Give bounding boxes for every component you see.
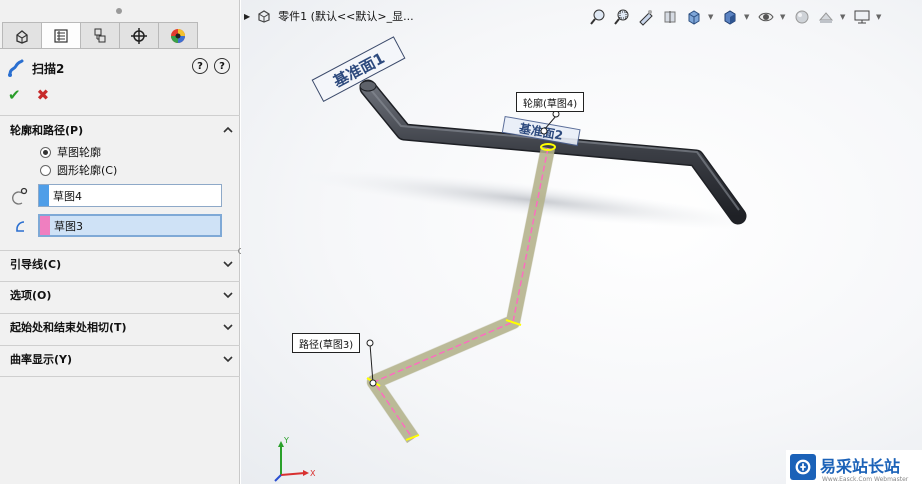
profile-selection-row: 草图4 [10, 184, 224, 208]
zoom-to-fit-button[interactable] [588, 7, 608, 27]
view-settings-dropdown-icon[interactable]: ▼ [876, 13, 884, 21]
group-title: 引导线(C) [10, 258, 62, 271]
hide-show-dropdown-icon[interactable]: ▼ [780, 13, 788, 21]
path-selection-box[interactable]: 草图3 [38, 214, 222, 237]
radio-circular-profile[interactable]: 圆形轮廓(C) [40, 162, 117, 178]
group-profile-and-path[interactable]: 轮廓和路径(P) [10, 121, 234, 139]
radio-label: 圆形轮廓(C) [57, 164, 118, 177]
tab-property-manager[interactable] [41, 22, 81, 48]
solidworks-window: 扫描2 ? ? ✔ ✖ 轮廓和路径(P) 草图轮廓 圆形轮廓(C) 草图4 草图… [0, 0, 922, 484]
radio-button[interactable] [40, 164, 51, 176]
panel-grip[interactable] [0, 4, 240, 20]
path-selection-icon [16, 221, 25, 232]
cancel-x-icon[interactable]: ✖ [37, 86, 50, 104]
section-view-icon [664, 11, 676, 23]
scene-icon [818, 12, 834, 23]
feature-header: 扫描2 ? ? [6, 58, 236, 78]
tab-feature-manager[interactable] [2, 22, 42, 48]
group-title: 选项(O) [10, 289, 52, 302]
profile-color-swatch [39, 185, 49, 206]
reference-triad[interactable]: Y X [274, 436, 316, 482]
zoom-to-fit-icon [590, 9, 605, 25]
monitor-icon [854, 10, 870, 24]
group-curvature-display[interactable]: 曲率显示(Y) [10, 350, 234, 368]
appearance-icon [795, 10, 809, 24]
chevron-down-icon[interactable] [222, 353, 234, 365]
group-title: 曲率显示(Y) [10, 353, 73, 366]
group-title: 起始处和结束处相切(T) [10, 321, 127, 334]
feature-title: 扫描2 [32, 61, 65, 76]
previous-view-icon [639, 10, 653, 26]
callout-anchor [540, 127, 548, 135]
eye-icon [758, 12, 774, 22]
configuration-manager-icon [94, 28, 106, 42]
ok-check-icon[interactable]: ✔ [8, 86, 21, 104]
zoom-to-area-button[interactable] [612, 7, 632, 27]
help-icon[interactable]: ? [214, 58, 230, 74]
watermark-subtext: Www.Easck.Com Webmaster [822, 476, 909, 483]
property-manager-panel: 扫描2 ? ? ✔ ✖ 轮廓和路径(P) 草图轮廓 圆形轮廓(C) 草图4 草图… [0, 0, 240, 484]
whats-wrong-icon[interactable]: ? [192, 58, 208, 74]
view-orientation-dropdown-icon[interactable]: ▼ [708, 13, 716, 21]
model-scene[interactable]: 基准面1 基准面2 Y [241, 0, 922, 484]
section-view-button[interactable] [660, 7, 680, 27]
chevron-up-icon[interactable] [222, 124, 234, 136]
callout-path-text: 路径(草图3) [299, 339, 354, 351]
chevron-down-icon[interactable] [222, 289, 234, 301]
radio-label: 草图轮廓 [57, 146, 101, 159]
group-title: 轮廓和路径(P) [10, 124, 84, 137]
featuremanager-flyout[interactable]: ▶ 零件1 (默认<<默认>_显... [244, 8, 414, 24]
heads-up-view-toolbar: ▼ ▼ ▼ ▼ ▼ [588, 6, 918, 28]
chevron-down-icon[interactable] [222, 258, 234, 270]
profile-value: 草图4 [53, 189, 82, 203]
callout-profile-text: 轮廓(草图4) [523, 98, 578, 110]
manager-tabs [2, 22, 198, 48]
watermark-text: 易采站长站 [820, 457, 901, 476]
callout-anchor [366, 339, 374, 347]
callout-path[interactable]: 路径(草图3) [292, 333, 361, 353]
group-guide-curves[interactable]: 引导线(C) [10, 255, 234, 273]
path-value: 草图3 [54, 219, 83, 233]
part-icon [258, 10, 270, 23]
tab-display-manager[interactable] [158, 22, 198, 48]
path-selection-row: 草图3 [10, 214, 224, 238]
tab-configuration-manager[interactable] [80, 22, 120, 48]
display-style-dropdown-icon[interactable]: ▼ [744, 13, 752, 21]
feature-manager-icon [16, 29, 28, 44]
sweep-icon [8, 59, 24, 77]
profile-selection-icon [12, 187, 28, 205]
display-style-button[interactable] [720, 7, 740, 27]
view-orientation-icon [688, 10, 700, 25]
callout-anchor [369, 379, 377, 387]
view-orientation-button[interactable] [684, 7, 704, 27]
axis-y-label: Y [283, 436, 289, 445]
group-options[interactable]: 选项(O) [10, 286, 234, 304]
zoom-to-area-icon [614, 9, 629, 25]
tab-dimxpert-manager[interactable] [119, 22, 159, 48]
watermark-logo-icon [790, 454, 816, 480]
property-manager-icon [54, 28, 68, 43]
profile-selection-box[interactable]: 草图4 [38, 184, 222, 207]
ok-cancel-row: ✔ ✖ [8, 86, 49, 104]
expand-arrow-icon[interactable]: ▶ [244, 12, 250, 21]
callout-profile[interactable]: 轮廓(草图4) [516, 92, 585, 112]
edit-appearance-button[interactable] [792, 7, 812, 27]
axis-x-label: X [310, 469, 316, 478]
scene-dropdown-icon[interactable]: ▼ [840, 13, 848, 21]
dimxpert-icon [131, 27, 147, 44]
radio-sketch-profile[interactable]: 草图轮廓 [40, 144, 101, 160]
hide-show-items-button[interactable] [756, 7, 776, 27]
radio-button[interactable] [40, 146, 51, 158]
display-style-icon [724, 10, 736, 25]
apply-scene-button[interactable] [816, 7, 836, 27]
chevron-down-icon[interactable] [222, 321, 234, 333]
plane1-label[interactable]: 基准面1 [311, 36, 406, 102]
previous-view-button[interactable] [636, 7, 656, 27]
view-settings-button[interactable] [852, 7, 872, 27]
path-color-swatch [40, 216, 50, 235]
site-watermark: 易采站长站 Www.Easck.Com Webmaster [786, 450, 922, 484]
tree-part-label: 零件1 (默认<<默认>_显... [278, 10, 414, 23]
group-start-end-tangency[interactable]: 起始处和结束处相切(T) [10, 318, 234, 336]
display-manager-icon [171, 28, 185, 43]
